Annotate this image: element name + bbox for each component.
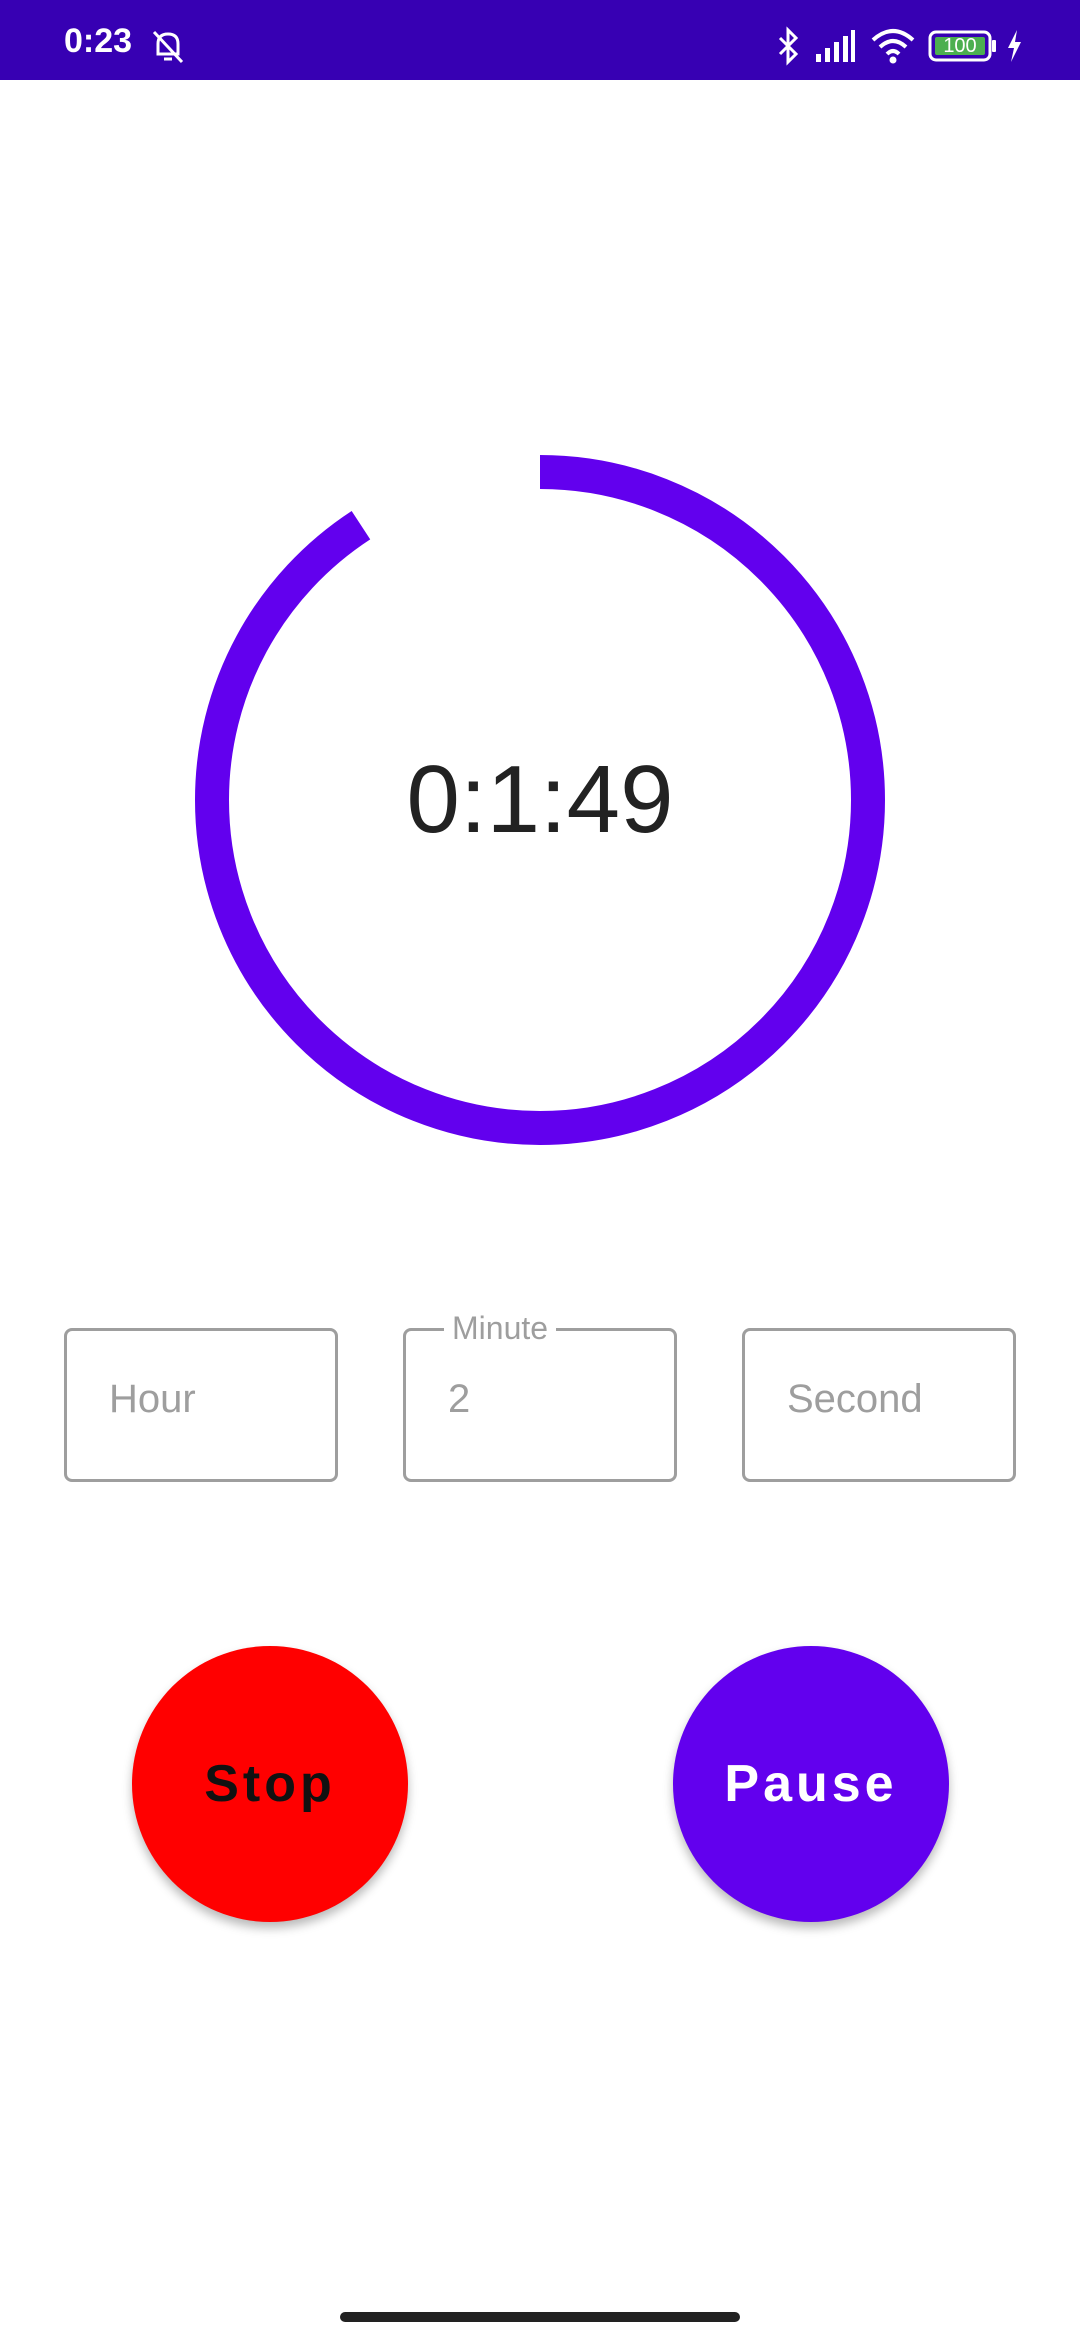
minute-field[interactable]: Minute 2 <box>403 1310 677 1482</box>
minute-field-value: 2 <box>448 1377 471 1421</box>
pause-button[interactable]: Pause <box>673 1646 949 1922</box>
stop-button-label: Stop <box>204 1755 336 1813</box>
hour-field-placeholder: Hour <box>109 1377 196 1421</box>
second-field-placeholder: Second <box>787 1377 923 1421</box>
countdown-timer-display: 0:1:49 <box>406 746 674 853</box>
hour-field[interactable]: Hour <box>64 1328 338 1482</box>
countdown-progress-ring <box>195 455 885 1145</box>
home-indicator[interactable] <box>340 2312 740 2322</box>
minute-field-label: Minute <box>444 1310 557 1347</box>
stop-button[interactable]: Stop <box>132 1646 408 1922</box>
second-field[interactable]: Second <box>742 1328 1016 1482</box>
pause-button-label: Pause <box>724 1755 898 1813</box>
